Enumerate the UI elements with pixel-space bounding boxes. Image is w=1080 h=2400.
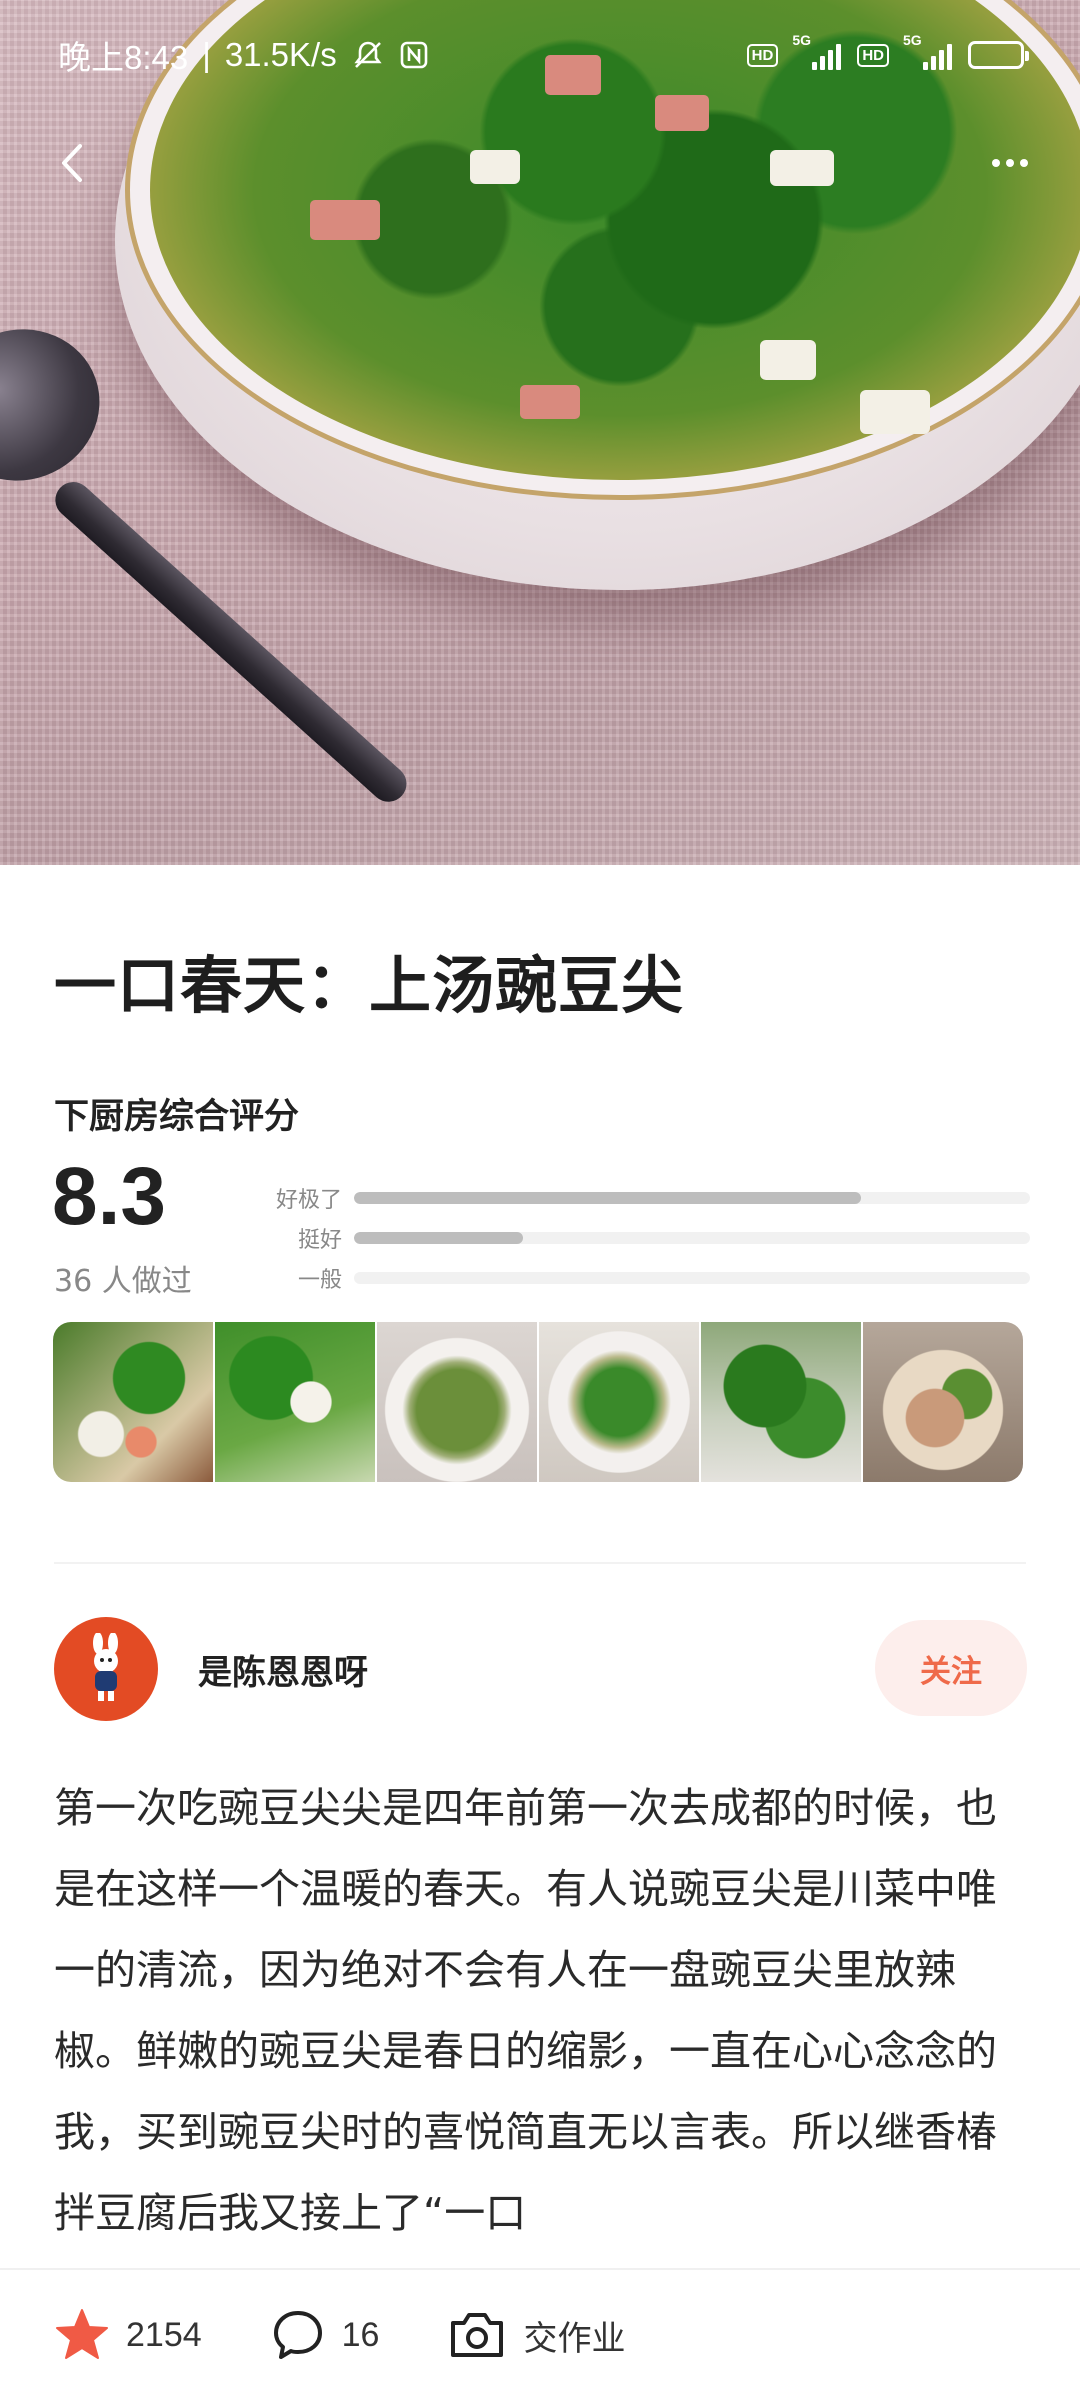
chevron-left-icon xyxy=(62,144,82,182)
rating-bar-row: 挺好 xyxy=(270,1218,1030,1258)
status-bar: 晚上8:43 | 31.5K/s HD 5G HD 5G xyxy=(0,0,1080,110)
tofu-piece xyxy=(760,340,816,380)
sim1-signal-icon: 5G xyxy=(792,32,842,70)
spoon xyxy=(0,307,121,503)
comments-count: 16 xyxy=(341,2315,380,2354)
comments-button[interactable]: 16 xyxy=(270,2307,380,2363)
favorite-button[interactable]: 2154 xyxy=(54,2308,202,2362)
camera-icon xyxy=(451,2313,504,2357)
author-avatar[interactable] xyxy=(54,1617,158,1721)
sim2-network-label: 5G xyxy=(903,32,922,48)
rating-bar-fill xyxy=(354,1192,861,1204)
user-photos-gallery xyxy=(53,1322,1023,1482)
rating-bar-track xyxy=(354,1272,1030,1284)
recipe-cover-image xyxy=(0,0,1080,865)
rating-bar-row: 好极了 xyxy=(270,1178,1030,1218)
user-photo-thumbnail[interactable] xyxy=(377,1322,537,1482)
nfc-icon xyxy=(399,40,429,70)
mute-bell-icon xyxy=(351,38,385,72)
user-photo-thumbnail[interactable] xyxy=(863,1322,1023,1482)
submit-homework-button[interactable]: 交作业 xyxy=(447,2307,625,2363)
network-speed: 31.5K/s xyxy=(224,36,337,73)
rating-bar-track xyxy=(354,1232,1030,1244)
rating-bar-row: 一般 xyxy=(270,1258,1030,1298)
status-separator: | xyxy=(202,36,211,73)
tofu-piece xyxy=(470,150,520,184)
sim1-network-label: 5G xyxy=(792,32,812,48)
favorites-count: 2154 xyxy=(126,2315,202,2354)
rating-bar-label: 挺好 xyxy=(297,1228,342,1253)
ham-piece xyxy=(520,385,580,419)
rating-distribution: 好极了 挺好 一般 xyxy=(270,1178,1030,1298)
rating-bar-track xyxy=(354,1192,1030,1204)
star-icon xyxy=(56,2309,108,2359)
rating-bar-fill xyxy=(354,1232,523,1244)
more-options-button[interactable] xyxy=(980,140,1040,186)
status-time: 晚上8:43 xyxy=(58,39,189,76)
rating-bar-label: 好极了 xyxy=(275,1188,342,1213)
user-photo-thumbnail[interactable] xyxy=(701,1322,861,1482)
ham-piece xyxy=(310,200,380,240)
comment-bubble-icon xyxy=(273,2311,322,2359)
rating-score: 8.3 xyxy=(52,1151,166,1242)
section-divider xyxy=(54,1562,1026,1564)
submit-homework-label: 交作业 xyxy=(523,2318,626,2359)
user-photo-thumbnail[interactable] xyxy=(53,1322,213,1482)
tofu-piece xyxy=(860,390,930,434)
recipe-description: 第一次吃豌豆尖尖是四年前第一次去成都的时候，也是在这样一个温暖的春天。有人说豌豆… xyxy=(54,1784,997,2237)
sim2-hd-badge: HD xyxy=(857,43,889,67)
bottom-action-bar: 2154 16 交作业 xyxy=(0,2268,1080,2400)
rating-bar-label: 一般 xyxy=(297,1268,342,1293)
sim1-hd-badge: HD xyxy=(746,43,779,67)
author-name[interactable]: 是陈恩恩呀 xyxy=(198,1645,368,1694)
follow-button[interactable]: 关注 xyxy=(875,1620,1027,1716)
user-photo-thumbnail[interactable] xyxy=(215,1322,375,1482)
tofu-piece xyxy=(770,150,834,186)
user-photo-thumbnail[interactable] xyxy=(539,1322,699,1482)
back-button[interactable] xyxy=(48,138,98,188)
made-count: 36 人做过 xyxy=(54,1264,192,1299)
rabbit-avatar-icon xyxy=(93,1633,118,1701)
more-dots-icon xyxy=(992,159,1000,167)
recipe-title: 一口春天：上汤豌豆尖 xyxy=(54,949,685,1022)
sim2-signal-icon: 5G xyxy=(903,32,952,70)
battery-icon xyxy=(968,41,1029,69)
rating-heading: 下厨房综合评分 xyxy=(54,1097,300,1137)
